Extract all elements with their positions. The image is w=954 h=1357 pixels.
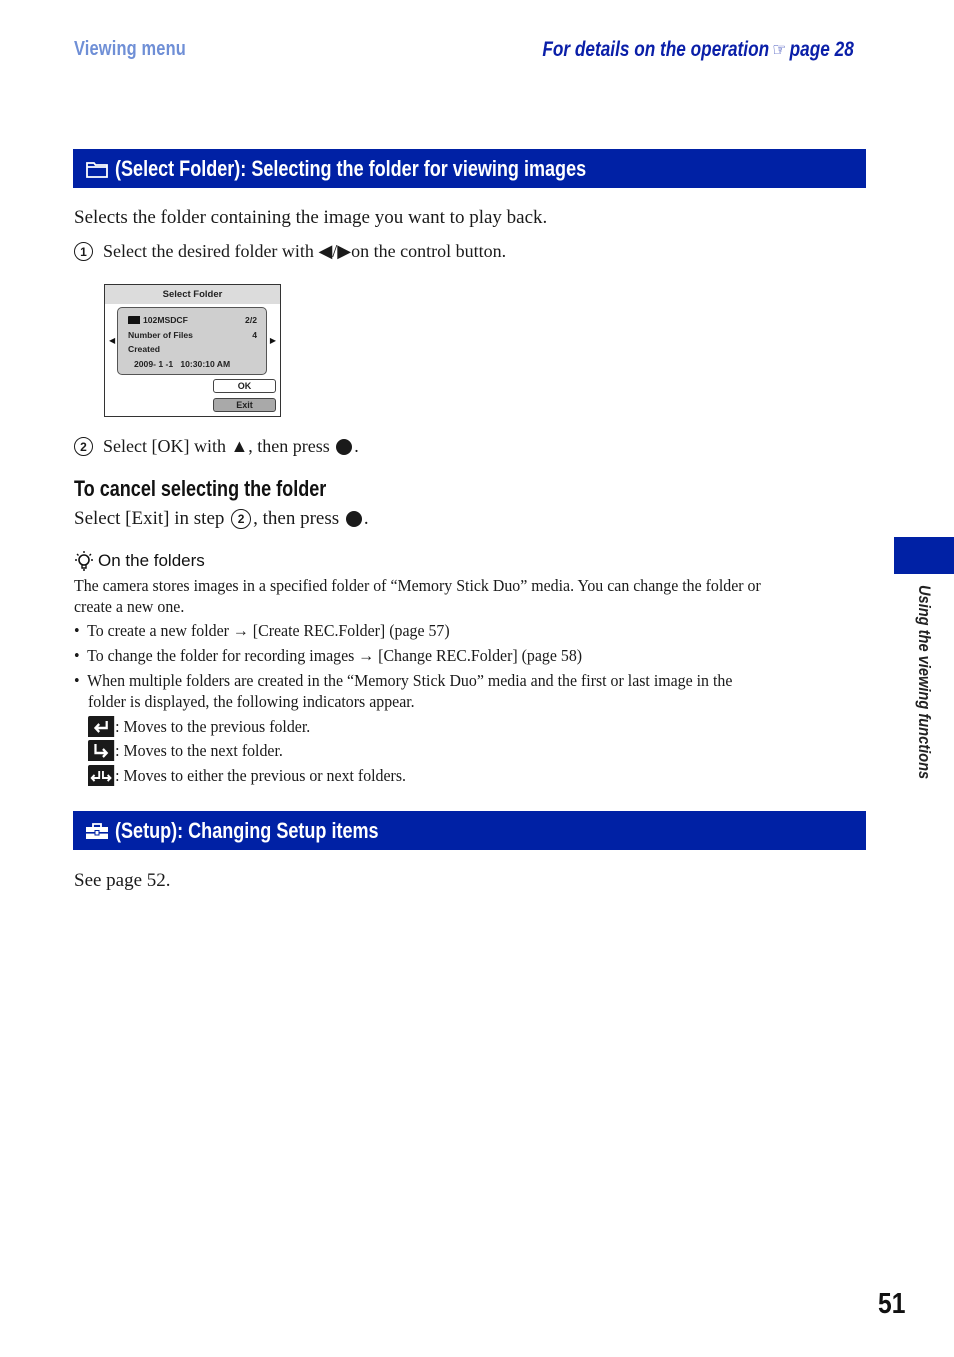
reference-text: For details on the operation xyxy=(542,38,770,61)
folder-icon xyxy=(85,159,109,179)
tip-paragraph-line-2: create a new one. xyxy=(74,597,185,616)
lightbulb-hint-icon xyxy=(75,551,93,571)
folder-icon xyxy=(128,315,140,324)
indicator-row: : Moves to the next folder. xyxy=(88,740,283,761)
list-item: • To create a new folder → [Create REC.Fo… xyxy=(74,621,450,640)
files-label: Number of Files xyxy=(128,329,193,340)
toolbox-icon xyxy=(85,821,109,841)
folder-info-panel: 102MSDCF 2/2 Number of Files 4 Created 2… xyxy=(117,307,267,375)
center-button-icon xyxy=(336,438,353,455)
select-folder-section-heading: (Select Folder): Selecting the folder fo… xyxy=(73,149,866,188)
tip-heading: On the folders xyxy=(74,550,205,572)
tip-paragraph-line-1: The camera stores images in a specified … xyxy=(74,576,761,595)
step-number: 2 xyxy=(231,509,252,529)
previous-folder-icon xyxy=(88,716,115,737)
tip-title: On the folders xyxy=(98,551,205,570)
step-number: 2 xyxy=(74,437,93,456)
section-title: (Setup): Changing Setup items xyxy=(115,817,379,843)
page-number: 51 xyxy=(878,1288,906,1320)
create-folder-reference[interactable]: [Create REC.Folder] (page 57) xyxy=(249,621,450,640)
indicator-row: : Moves to the previous folder. xyxy=(88,716,310,737)
left-arrow-icon: ◀ xyxy=(109,336,116,345)
change-folder-reference[interactable]: [Change REC.Folder] (page 58) xyxy=(374,646,582,665)
cancel-text: Select [Exit] in step 2, then press . xyxy=(74,508,369,529)
up-arrow-icon: ▲ xyxy=(230,436,249,456)
chapter-tab-label: Using the viewing functions xyxy=(915,585,934,780)
cancel-subheading: To cancel selecting the folder xyxy=(74,476,327,501)
chapter-tab-marker xyxy=(894,537,954,574)
list-item-continuation: folder is displayed, the following indic… xyxy=(88,692,415,711)
step-2: 2 Select [OK] with ▲, then press . xyxy=(74,436,359,457)
folder-index: 2/2 xyxy=(245,315,257,325)
select-folder-screen: Select Folder ◀ ▶ 102MSDCF 2/2 Number of… xyxy=(104,284,281,417)
running-header-section: Viewing menu xyxy=(74,38,186,60)
running-header-reference[interactable]: For details on the operation ☞ page 28 xyxy=(543,38,854,62)
setup-reference-text[interactable]: See page 52. xyxy=(74,870,171,892)
folder-name: 102MSDCF xyxy=(143,315,188,325)
pointing-hand-icon: ☞ xyxy=(772,40,787,61)
right-arrow-icon: ▶ xyxy=(269,336,276,345)
reference-page[interactable]: page 28 xyxy=(790,38,854,61)
left-right-arrows-icon: ◀/▶ xyxy=(318,241,352,261)
center-button-icon xyxy=(345,511,362,527)
list-item: • To change the folder for recording imag… xyxy=(74,646,583,665)
exit-button[interactable]: Exit xyxy=(213,398,276,412)
section-title: (Select Folder): Selecting the folder fo… xyxy=(115,155,587,181)
setup-section-heading: (Setup): Changing Setup items xyxy=(73,811,866,850)
step-1: 1 Select the desired folder with ◀/▶ on … xyxy=(74,241,506,262)
previous-or-next-folder-icon xyxy=(88,765,115,786)
arrow-icon: → xyxy=(232,621,249,640)
next-folder-icon xyxy=(88,740,115,761)
created-value: 2009- 1 -1 10:30:10 AM xyxy=(134,358,231,369)
files-count: 4 xyxy=(252,329,257,340)
arrow-icon: → xyxy=(358,646,375,665)
created-label: Created xyxy=(128,344,160,354)
list-item: • When multiple folders are created in th… xyxy=(74,671,733,690)
step-number: 1 xyxy=(74,242,93,261)
intro-text: Selects the folder containing the image … xyxy=(74,207,548,228)
indicator-row: : Moves to either the previous or next f… xyxy=(88,765,406,786)
ok-button[interactable]: OK xyxy=(213,379,276,393)
screen-title: Select Folder xyxy=(105,285,280,304)
